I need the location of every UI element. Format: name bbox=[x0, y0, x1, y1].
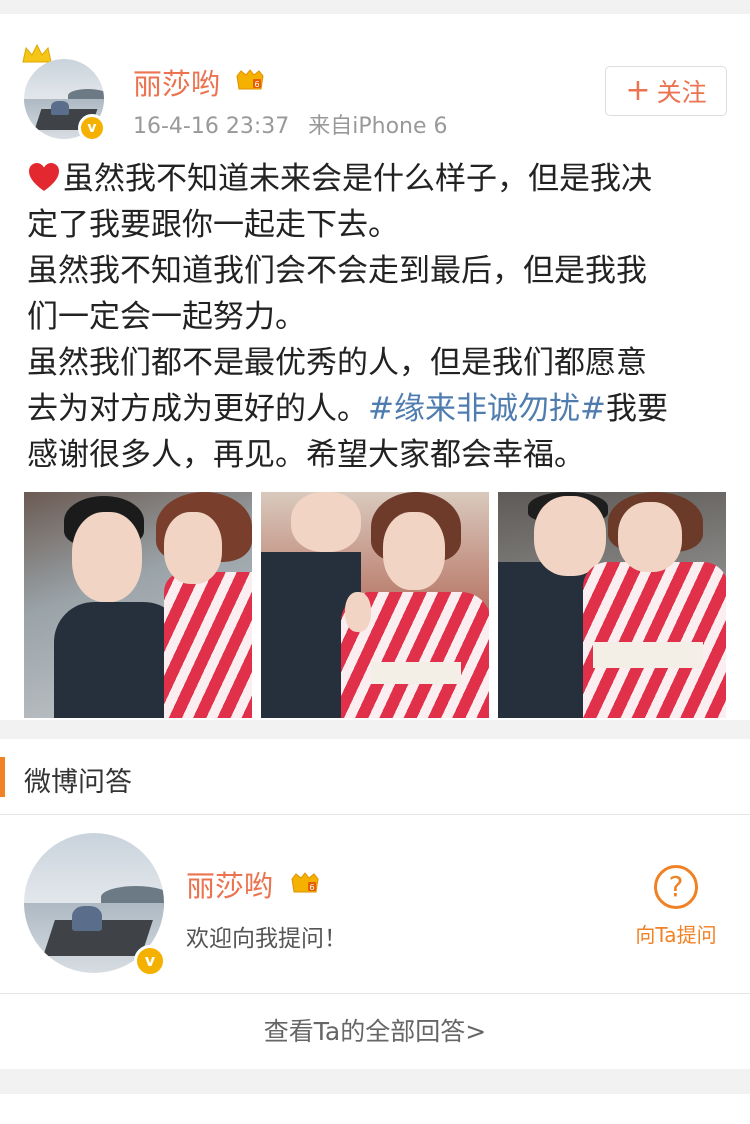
post-line-5: 虽然我们都不是最优秀的人，但是我们都愿意 bbox=[27, 345, 647, 381]
svg-text:6: 6 bbox=[309, 883, 314, 892]
photo-1[interactable] bbox=[24, 492, 252, 718]
verified-icon: v bbox=[134, 945, 166, 977]
follow-button[interactable]: + 关注 bbox=[605, 66, 727, 116]
qa-header: 微博问答 bbox=[0, 739, 750, 815]
qa-author-name[interactable]: 丽莎哟 bbox=[186, 863, 273, 905]
vip-icon[interactable]: 6 bbox=[290, 871, 320, 895]
follow-label: 关注 bbox=[656, 78, 707, 107]
post-source[interactable]: 来自iPhone 6 bbox=[308, 114, 447, 139]
next-card bbox=[0, 1094, 750, 1124]
post-date: 16-4-16 23:37 bbox=[133, 114, 290, 139]
view-all-answers-link[interactable]: 查看Ta的全部回答> bbox=[0, 993, 750, 1069]
qa-description: 欢迎向我提问！ bbox=[186, 926, 347, 952]
author-name[interactable]: 丽莎哟 bbox=[133, 61, 220, 103]
ask-question-label: 向Ta提问 bbox=[635, 923, 717, 947]
post-line-6: 去为对方成为更好的人。 bbox=[27, 391, 368, 427]
svg-text:6: 6 bbox=[254, 80, 259, 89]
post-line-2: 定了我要跟你一起走下去。 bbox=[27, 207, 399, 243]
post-line-7: 感谢很多人，再见。希望大家都会幸福。 bbox=[27, 437, 585, 473]
verified-icon: v bbox=[78, 114, 106, 142]
photo-grid bbox=[24, 492, 726, 718]
top-gap bbox=[0, 0, 750, 14]
post-line-1: 虽然我不知道未来会是什么样子，但是我决 bbox=[63, 161, 652, 197]
ask-question-button[interactable]: ? 向Ta提问 bbox=[626, 865, 726, 975]
post-meta: 16-4-16 23:37 来自iPhone 6 bbox=[133, 108, 448, 140]
photo-3[interactable] bbox=[498, 492, 726, 718]
weibo-qa-card: 微博问答 v 丽莎哟 6 欢迎向我提问！ ? 向Ta提问 查看Ta的全部回答> bbox=[0, 739, 750, 1069]
qa-accent-bar bbox=[0, 757, 5, 797]
heart-icon bbox=[29, 163, 59, 191]
post-line-3: 虽然我不知道我们会不会走到最后，但是我我 bbox=[27, 253, 647, 289]
topic-link[interactable]: #缘来非诚勿扰# bbox=[368, 391, 606, 427]
post-line-6-tail: 我要 bbox=[605, 391, 668, 427]
post-line-4: 们一定会一起努力。 bbox=[27, 299, 306, 335]
question-icon: ? bbox=[654, 865, 698, 909]
weibo-post: v 丽莎哟 6 16-4-16 23:37 来自iPhone 6 + 关注 虽然… bbox=[0, 14, 750, 720]
qa-section-title: 微博问答 bbox=[24, 767, 132, 798]
photo-2[interactable] bbox=[261, 492, 489, 718]
post-text: 虽然我不知道未来会是什么样子，但是我决 定了我要跟你一起走下去。 虽然我不知道我… bbox=[27, 156, 727, 478]
vip-icon[interactable]: 6 bbox=[235, 68, 265, 92]
plus-icon: + bbox=[625, 73, 651, 108]
